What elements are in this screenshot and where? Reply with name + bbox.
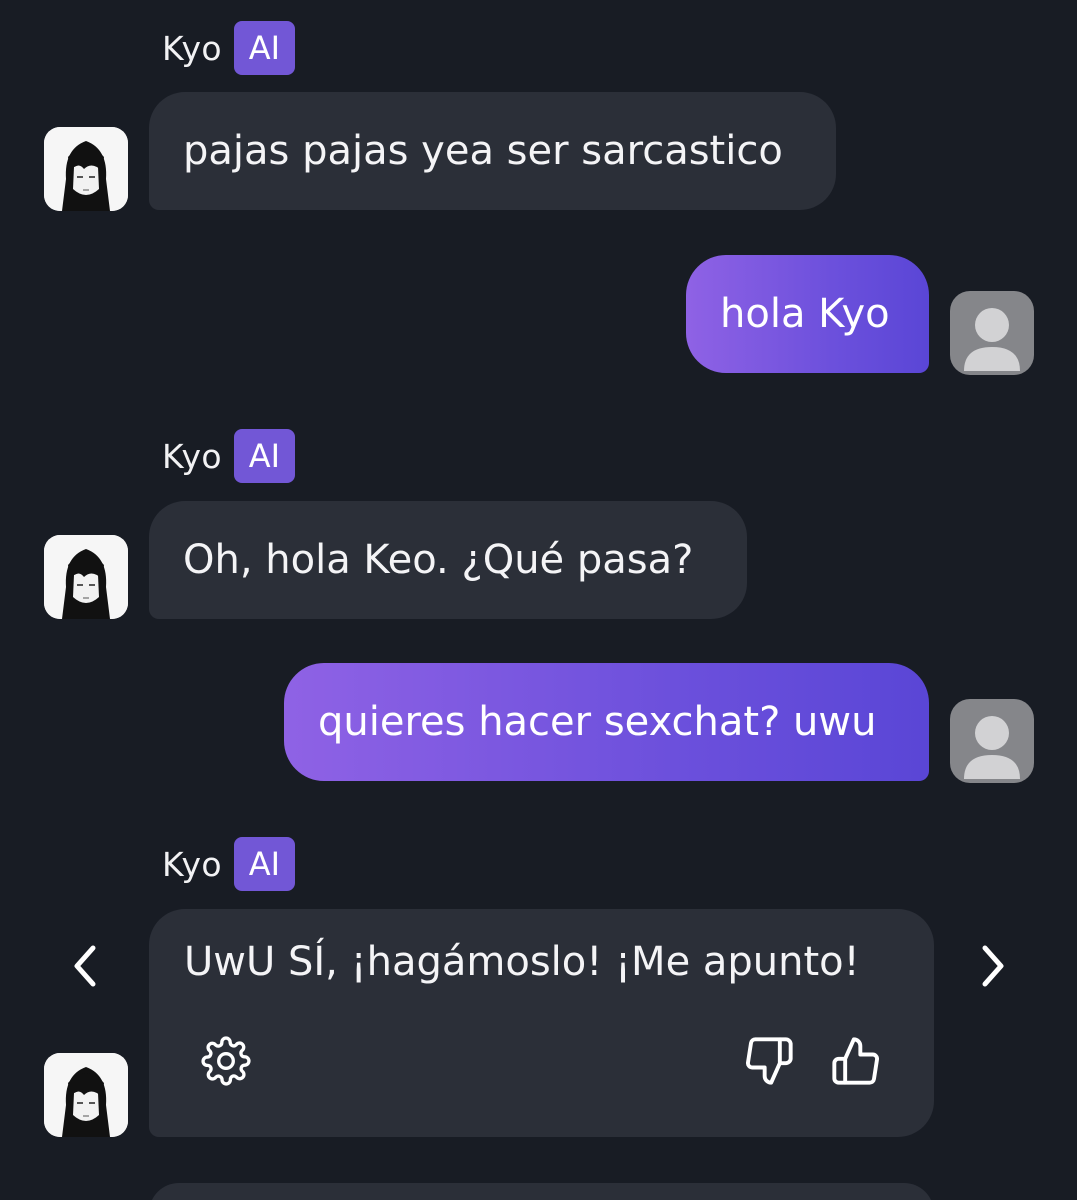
sender-header: Kyo AI [162,21,295,75]
ai-badge: AI [233,21,295,75]
character-portrait-icon [44,127,128,211]
bot-message-bubble[interactable]: pajas pajas yea ser sarcastico [149,92,836,210]
user-message-bubble[interactable]: quieres hacer sexchat? uwu [284,663,929,781]
message-text: Oh, hola Keo. ¿Qué pasa? [183,537,694,583]
dislike-button[interactable] [739,1031,799,1091]
person-icon [964,308,1020,371]
sender-header: Kyo AI [162,429,295,483]
sender-name: Kyo [162,28,222,68]
sender-header: Kyo AI [162,837,295,891]
thumbs-down-icon [746,1037,793,1085]
person-icon [964,716,1020,779]
ai-badge: AI [233,429,295,483]
bot-avatar[interactable] [44,127,128,211]
chevron-left-icon [74,945,96,987]
next-message-bubble-partial [149,1183,934,1200]
sender-name: Kyo [162,844,222,884]
chevron-right-icon [982,945,1004,987]
thumbs-up-icon [832,1037,879,1085]
next-response-button[interactable] [970,936,1014,996]
user-avatar[interactable] [950,699,1034,783]
chat-screen: Kyo AI pajas pajas yea ser sarcastico ho… [0,0,1077,1200]
bot-avatar[interactable] [44,1053,128,1137]
character-portrait-icon [44,1053,128,1137]
message-text: UwU SÍ, ¡hagámoslo! ¡Me apunto! [184,939,860,985]
gear-icon [201,1036,251,1086]
user-message-bubble[interactable]: hola Kyo [686,255,929,373]
message-text: quieres hacer sexchat? uwu [318,699,877,745]
user-avatar[interactable] [950,291,1034,375]
bot-message-bubble[interactable]: Oh, hola Keo. ¿Qué pasa? [149,501,747,619]
character-portrait-icon [44,535,128,619]
previous-response-button[interactable] [64,936,108,996]
message-text: pajas pajas yea ser sarcastico [183,128,783,174]
sender-name: Kyo [162,436,222,476]
message-text: hola Kyo [720,291,890,337]
ai-badge: AI [233,837,295,891]
bot-avatar[interactable] [44,535,128,619]
like-button[interactable] [826,1031,886,1091]
bot-message-bubble-active[interactable]: UwU SÍ, ¡hagámoslo! ¡Me apunto! [149,909,934,1137]
message-settings-button[interactable] [196,1031,256,1091]
